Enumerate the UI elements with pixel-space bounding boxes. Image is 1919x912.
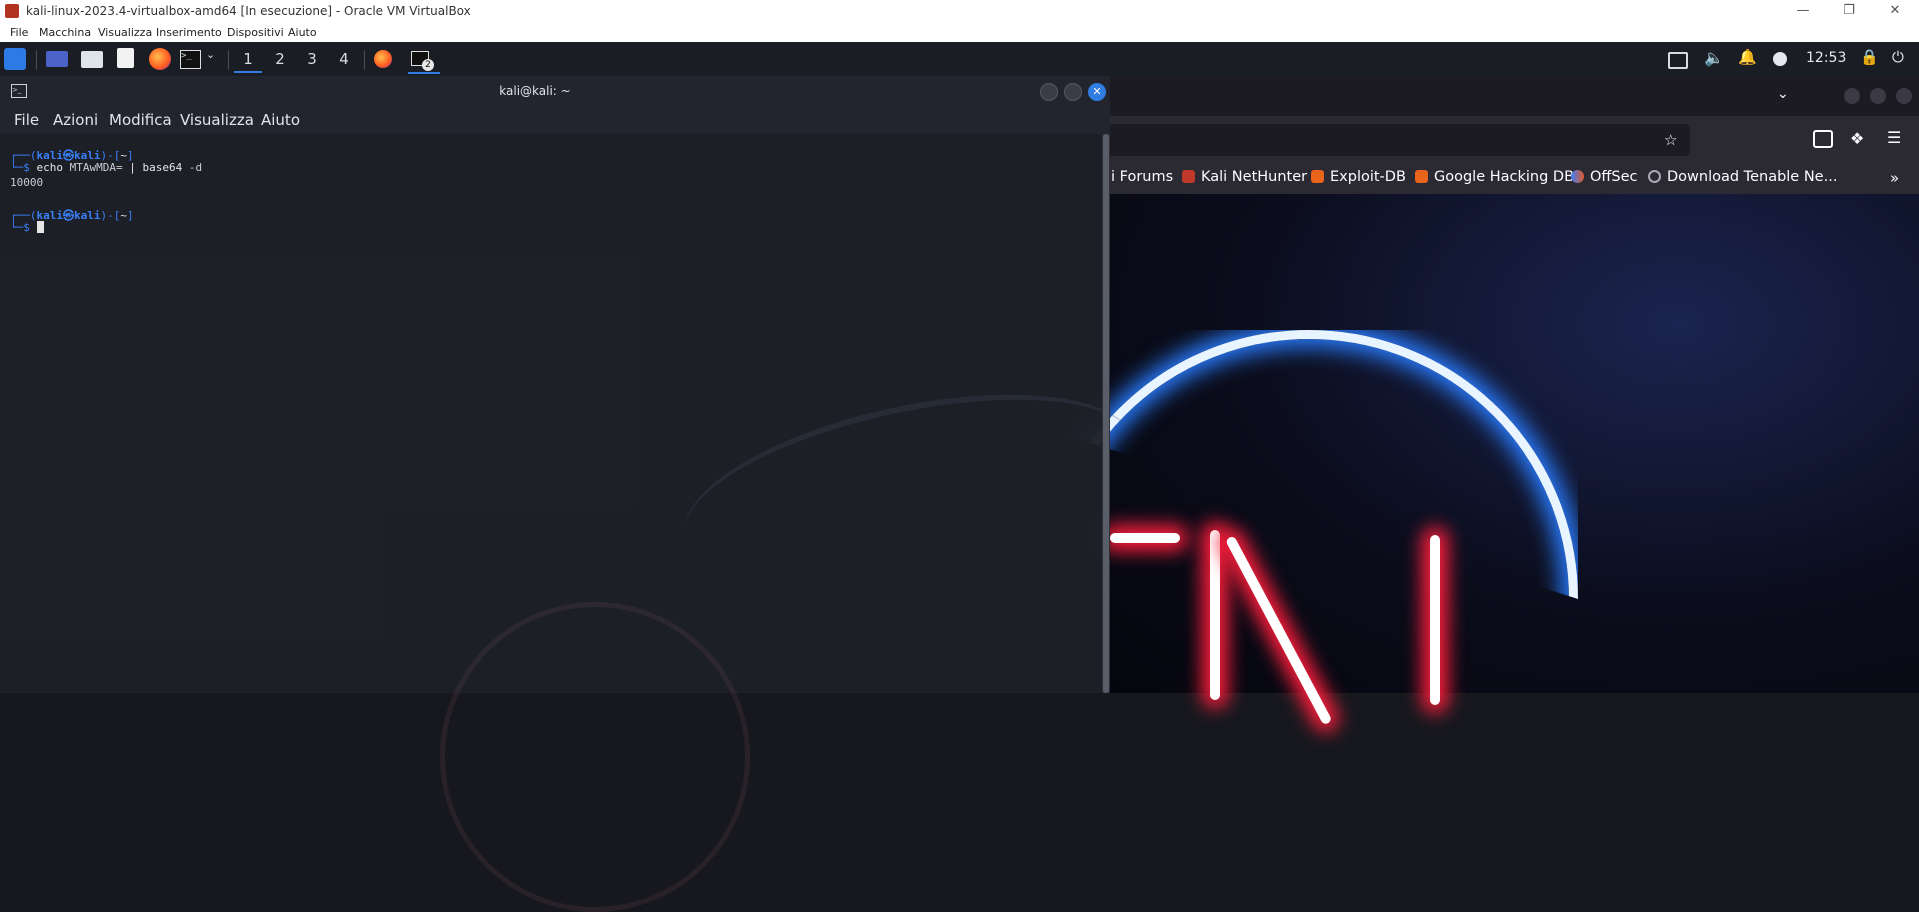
bookmark-star-icon[interactable]: ☆ xyxy=(1664,131,1677,149)
bookmark-kali-nethunter[interactable]: Kali NetHunter xyxy=(1182,169,1307,185)
kali-top-panel: >_ ⌄ 1 2 3 4 2 🔈 🔔 12:53 🔒 ⏻ xyxy=(0,42,1919,76)
power-manager-icon[interactable] xyxy=(1773,52,1787,66)
vbox-menu-devices[interactable]: Dispositivi xyxy=(227,26,284,39)
terminal-menu-view[interactable]: Visualizza xyxy=(180,111,254,129)
terminal-window: >_ kali@kali: ~ ✕ File Azioni Modifica V… xyxy=(0,76,1153,912)
browser-url-bar[interactable]: ☆ xyxy=(1110,124,1690,156)
virtualbox-icon xyxy=(5,4,19,18)
list-tabs-chevron-icon[interactable]: ⌄ xyxy=(1777,86,1789,102)
terminal-maximize-button[interactable] xyxy=(1064,83,1082,101)
close-icon[interactable]: ✕ xyxy=(1873,0,1917,22)
window-count-badge: 2 xyxy=(422,59,434,71)
workspace-2[interactable]: 2 xyxy=(266,49,294,71)
bookmark-kali-forums[interactable]: i Forums xyxy=(1111,169,1173,185)
bookmark-label: OffSec xyxy=(1590,169,1638,185)
terminal-menu-actions[interactable]: Azioni xyxy=(53,111,98,129)
terminal-titlebar[interactable]: >_ kali@kali: ~ ✕ xyxy=(0,76,1110,106)
browser-tabbar: ⌄ xyxy=(1110,76,1919,116)
workspace-3[interactable]: 3 xyxy=(298,49,326,71)
bookmark-download-tenable[interactable]: Download Tenable Ne... xyxy=(1648,169,1837,185)
browser-close-icon[interactable] xyxy=(1896,88,1912,104)
terminal-scrollbar-thumb[interactable] xyxy=(1103,134,1109,693)
lock-screen-icon[interactable]: 🔒 xyxy=(1860,48,1882,70)
browser-minimize-icon[interactable] xyxy=(1844,88,1860,104)
display-icon[interactable] xyxy=(1668,52,1688,69)
exploit-db-icon xyxy=(1311,170,1324,183)
bookmark-label: Exploit-DB xyxy=(1330,169,1406,185)
file-manager-icon[interactable] xyxy=(81,51,103,68)
text-cursor xyxy=(36,221,44,233)
minimize-icon[interactable]: — xyxy=(1781,0,1825,22)
vbox-menu-machine[interactable]: Macchina xyxy=(39,26,91,39)
bookmark-exploit-db[interactable]: Exploit-DB xyxy=(1311,169,1406,185)
workspace-4[interactable]: 4 xyxy=(330,49,358,71)
terminal-launcher-icon[interactable]: >_ xyxy=(180,50,201,69)
notifications-bell-icon[interactable]: 🔔 xyxy=(1738,48,1760,70)
vbox-menu-input[interactable]: Inserimento xyxy=(156,26,222,39)
neon-logo-red-stroke xyxy=(1110,533,1180,543)
bookmark-offsec[interactable]: OffSec xyxy=(1571,169,1638,185)
vbox-menubar: File Macchina Visualizza Inserimento Dis… xyxy=(0,22,1919,43)
text-editor-icon[interactable] xyxy=(117,48,134,68)
command-output: 10000 xyxy=(10,176,44,189)
panel-separator xyxy=(364,50,365,70)
power-icon[interactable]: ⏻ xyxy=(1892,48,1914,70)
chevron-down-icon[interactable]: ⌄ xyxy=(206,48,218,70)
bookmarks-overflow-icon[interactable]: » xyxy=(1890,169,1899,187)
extensions-icon[interactable]: ❖ xyxy=(1850,129,1864,148)
pocket-icon[interactable] xyxy=(1813,130,1833,148)
hamburger-menu-icon[interactable]: ☰ xyxy=(1887,128,1901,147)
neon-logo-red-stroke xyxy=(1210,530,1220,700)
bookmark-google-hacking-db[interactable]: Google Hacking DB xyxy=(1415,169,1574,185)
kali-menu-icon[interactable] xyxy=(4,48,26,70)
kali-nethunter-icon xyxy=(1182,170,1195,183)
vbox-menu-help[interactable]: Aiuto xyxy=(288,26,317,39)
vbox-window-title: kali-linux-2023.4-virtualbox-amd64 [In e… xyxy=(26,4,471,18)
bookmark-label: Kali NetHunter xyxy=(1201,169,1308,185)
vbox-titlebar: kali-linux-2023.4-virtualbox-amd64 [In e… xyxy=(0,0,1919,22)
terminal-menu-file[interactable]: File xyxy=(14,111,39,129)
browser-maximize-icon[interactable] xyxy=(1870,88,1886,104)
tenable-icon xyxy=(1648,170,1661,183)
terminal-menubar: File Azioni Modifica Visualizza Aiuto xyxy=(0,106,1110,134)
command-line: └─$ xyxy=(10,221,44,234)
google-hacking-db-icon xyxy=(1415,170,1428,183)
restore-icon[interactable]: ❐ xyxy=(1827,0,1871,22)
bookmark-label: Download Tenable Ne... xyxy=(1667,169,1838,185)
vbox-menu-view[interactable]: Visualizza xyxy=(98,26,152,39)
bookmarks-toolbar: i Forums Kali NetHunter Exploit-DB Googl… xyxy=(1110,164,1919,194)
neon-logo-red-stroke xyxy=(1430,535,1440,705)
terminal-title: kali@kali: ~ xyxy=(499,84,571,98)
terminal-output[interactable]: ┌──(kali㉿kali)-[~] └─$ echo MTAwMDA= | b… xyxy=(0,134,1100,693)
panel-separator xyxy=(228,50,229,70)
show-desktop-icon[interactable] xyxy=(46,51,68,67)
volume-icon[interactable]: 🔈 xyxy=(1704,48,1726,70)
vbox-menu-file[interactable]: File xyxy=(10,26,28,39)
firefox-icon[interactable] xyxy=(149,48,171,70)
workspace-1[interactable]: 1 xyxy=(234,49,262,73)
terminal-close-button[interactable]: ✕ xyxy=(1088,83,1106,101)
offsec-icon xyxy=(1571,170,1584,183)
terminal-menu-help[interactable]: Aiuto xyxy=(261,111,300,129)
bookmark-label: Google Hacking DB xyxy=(1434,169,1575,185)
command-line: └─$ echo MTAwMDA= | base64 -d xyxy=(10,161,203,174)
terminal-task-button[interactable]: 2 xyxy=(408,48,440,74)
terminal-minimize-button[interactable] xyxy=(1040,83,1058,101)
panel-clock[interactable]: 12:53 xyxy=(1806,50,1846,66)
terminal-menu-edit[interactable]: Modifica xyxy=(109,111,172,129)
panel-separator xyxy=(36,50,37,70)
firefox-task-icon[interactable] xyxy=(374,50,392,68)
